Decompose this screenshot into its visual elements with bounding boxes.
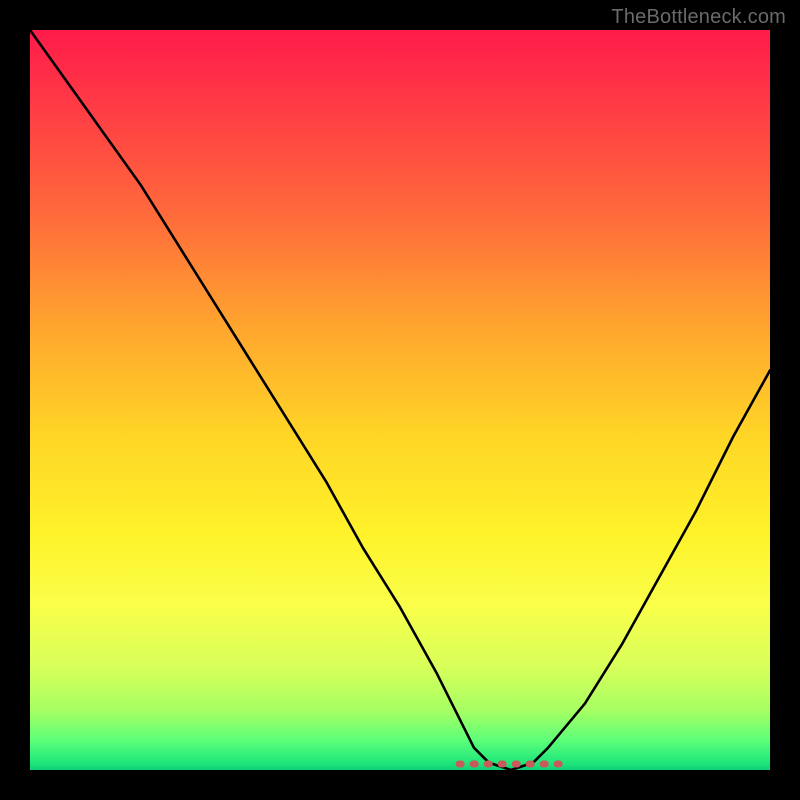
sweet-spot-marker bbox=[30, 30, 770, 770]
watermark-text: TheBottleneck.com bbox=[611, 6, 786, 29]
chart-container: TheBottleneck.com bbox=[0, 0, 800, 800]
plot-area bbox=[30, 30, 770, 770]
